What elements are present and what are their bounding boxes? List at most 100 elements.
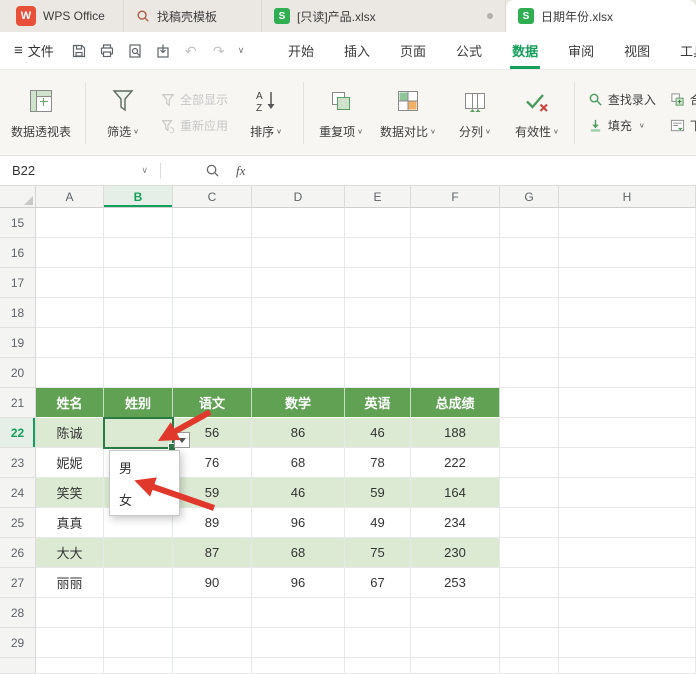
formula-input[interactable]: [245, 156, 696, 185]
row-header-29[interactable]: 29: [0, 628, 36, 658]
export-button[interactable]: [154, 42, 172, 60]
cell-C18[interactable]: [173, 298, 252, 328]
row-header-partial[interactable]: [0, 658, 36, 674]
cell-H27[interactable]: [559, 568, 696, 598]
cell-D-partial[interactable]: [252, 658, 345, 674]
cell-A17[interactable]: [36, 268, 104, 298]
cell-F17[interactable]: [411, 268, 500, 298]
row-header-24[interactable]: 24: [0, 478, 36, 508]
cell-A27[interactable]: 丽丽: [36, 568, 104, 598]
cell-F29[interactable]: [411, 628, 500, 658]
menu-tab-review[interactable]: 审阅: [568, 32, 594, 69]
cell-E25[interactable]: 49: [345, 508, 411, 538]
cell-H22[interactable]: [559, 418, 696, 448]
cell-E20[interactable]: [345, 358, 411, 388]
cell-E17[interactable]: [345, 268, 411, 298]
cell-D29[interactable]: [252, 628, 345, 658]
cell-D28[interactable]: [252, 598, 345, 628]
cell-C26[interactable]: 87: [173, 538, 252, 568]
cell-B28[interactable]: [104, 598, 173, 628]
tab-template-store[interactable]: 找稿壳模板: [124, 0, 262, 32]
cell-H16[interactable]: [559, 238, 696, 268]
cell-G23[interactable]: [500, 448, 559, 478]
cell-C-partial[interactable]: [173, 658, 252, 674]
tab-wps-office[interactable]: W WPS Office: [4, 0, 124, 32]
cell-C28[interactable]: [173, 598, 252, 628]
menu-tab-formula[interactable]: 公式: [456, 32, 482, 69]
cell-A16[interactable]: [36, 238, 104, 268]
cell-E23[interactable]: 78: [345, 448, 411, 478]
cell-B16[interactable]: [104, 238, 173, 268]
cell-E16[interactable]: [345, 238, 411, 268]
cell-G24[interactable]: [500, 478, 559, 508]
name-box[interactable]: B22 ∨: [0, 156, 160, 185]
cell-A22[interactable]: 陈诚: [36, 418, 104, 448]
cell-D25[interactable]: 96: [252, 508, 345, 538]
cell-H18[interactable]: [559, 298, 696, 328]
cell-D20[interactable]: [252, 358, 345, 388]
duplicates-button[interactable]: 重复项 ∨: [313, 84, 369, 142]
cell-F20[interactable]: [411, 358, 500, 388]
cell-B21[interactable]: 姓别: [104, 388, 173, 418]
row-header-16[interactable]: 16: [0, 238, 36, 268]
dropdown-list-button[interactable]: 下拉列表: [670, 117, 696, 134]
cell-E21[interactable]: 英语: [345, 388, 411, 418]
cell-H15[interactable]: [559, 208, 696, 238]
cell-E29[interactable]: [345, 628, 411, 658]
select-all-corner[interactable]: [0, 186, 36, 208]
cell-F27[interactable]: 253: [411, 568, 500, 598]
cell-C27[interactable]: 90: [173, 568, 252, 598]
cell-H29[interactable]: [559, 628, 696, 658]
dropdown-option-2[interactable]: 女: [110, 483, 179, 515]
validation-dropdown-button[interactable]: [174, 432, 190, 448]
cell-D24[interactable]: 46: [252, 478, 345, 508]
cell-H24[interactable]: [559, 478, 696, 508]
cell-F28[interactable]: [411, 598, 500, 628]
cell-B17[interactable]: [104, 268, 173, 298]
cell-C19[interactable]: [173, 328, 252, 358]
cell-D17[interactable]: [252, 268, 345, 298]
cell-B22[interactable]: [104, 418, 173, 448]
cell-D15[interactable]: [252, 208, 345, 238]
cell-B19[interactable]: [104, 328, 173, 358]
cell-H19[interactable]: [559, 328, 696, 358]
cell-C24[interactable]: 59: [173, 478, 252, 508]
cell-F22[interactable]: 188: [411, 418, 500, 448]
dropdown-option-1[interactable]: 男: [110, 451, 179, 483]
column-header-F[interactable]: F: [411, 186, 500, 208]
cell-A25[interactable]: 真真: [36, 508, 104, 538]
cell-G25[interactable]: [500, 508, 559, 538]
text-to-columns-button[interactable]: 分列 ∨: [447, 84, 503, 142]
cell-C21[interactable]: 语文: [173, 388, 252, 418]
cell-E27[interactable]: 67: [345, 568, 411, 598]
cell-B29[interactable]: [104, 628, 173, 658]
show-all-button[interactable]: 全部显示: [161, 91, 228, 108]
cell-D16[interactable]: [252, 238, 345, 268]
cell-G21[interactable]: [500, 388, 559, 418]
row-header-17[interactable]: 17: [0, 268, 36, 298]
cell-A23[interactable]: 妮妮: [36, 448, 104, 478]
cell-G16[interactable]: [500, 238, 559, 268]
cell-G22[interactable]: [500, 418, 559, 448]
row-header-27[interactable]: 27: [0, 568, 36, 598]
row-header-23[interactable]: 23: [0, 448, 36, 478]
column-header-C[interactable]: C: [173, 186, 252, 208]
cell-D18[interactable]: [252, 298, 345, 328]
row-header-22[interactable]: 22: [0, 418, 36, 448]
row-header-18[interactable]: 18: [0, 298, 36, 328]
menu-tab-home[interactable]: 开始: [288, 32, 314, 69]
cell-C20[interactable]: [173, 358, 252, 388]
cell-E22[interactable]: 46: [345, 418, 411, 448]
cell-C25[interactable]: 89: [173, 508, 252, 538]
column-header-D[interactable]: D: [252, 186, 345, 208]
cell-H-partial[interactable]: [559, 658, 696, 674]
menu-tab-view[interactable]: 视图: [624, 32, 650, 69]
search-icon[interactable]: [205, 163, 220, 178]
cell-H20[interactable]: [559, 358, 696, 388]
cell-A26[interactable]: 大大: [36, 538, 104, 568]
menu-tab-tools[interactable]: 工具: [680, 32, 696, 69]
cell-A18[interactable]: [36, 298, 104, 328]
row-header-25[interactable]: 25: [0, 508, 36, 538]
cell-C29[interactable]: [173, 628, 252, 658]
cell-H17[interactable]: [559, 268, 696, 298]
